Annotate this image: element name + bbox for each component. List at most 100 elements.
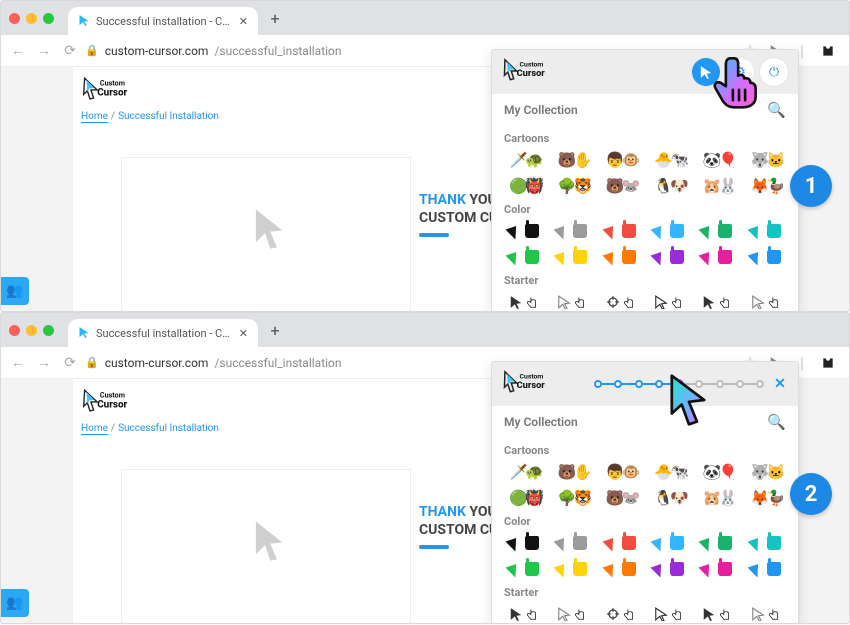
- cursor-pack-item[interactable]: 🐹🐰: [697, 175, 737, 197]
- forward-button[interactable]: →: [33, 42, 55, 59]
- slider-step[interactable]: [716, 380, 724, 388]
- popup-logo[interactable]: CustomCursor: [502, 369, 580, 399]
- reload-button[interactable]: ⟳: [59, 43, 81, 59]
- brand-logo[interactable]: CustomCursor Custom Cursor: [81, 73, 153, 109]
- batman-extension-icon[interactable]: [819, 354, 837, 372]
- cursor-color-item[interactable]: [697, 246, 737, 268]
- maximize-window-icon[interactable]: [43, 325, 54, 336]
- cursor-color-item[interactable]: [697, 532, 737, 554]
- cursor-pack-item[interactable]: 🐺🐱: [746, 149, 786, 171]
- tab-strip: Successful installation - Custom ✕ +: [1, 313, 849, 347]
- slider-step[interactable]: [736, 380, 744, 388]
- reload-button[interactable]: ⟳: [59, 355, 81, 371]
- cursor-pack-item[interactable]: 🦊🦆: [746, 487, 786, 509]
- cursor-color-item[interactable]: [649, 246, 689, 268]
- slider-step[interactable]: [655, 380, 663, 388]
- cursor-color-item[interactable]: [504, 532, 544, 554]
- close-window-icon[interactable]: [9, 325, 20, 336]
- cursor-pack-item[interactable]: 🗡️🐢: [504, 149, 544, 171]
- cursor-color-item[interactable]: [504, 558, 544, 580]
- brand-logo[interactable]: CustomCursor: [81, 385, 153, 421]
- cursor-pack-item[interactable]: 🐻🐭: [601, 175, 641, 197]
- cursor-color-item[interactable]: [504, 220, 544, 242]
- breadcrumb-home[interactable]: Home: [81, 111, 108, 123]
- batman-extension-icon[interactable]: [819, 42, 837, 60]
- slider-step[interactable]: [614, 380, 622, 388]
- breadcrumb-home[interactable]: Home: [81, 423, 108, 435]
- cursor-pack-item[interactable]: 👦🐵: [601, 149, 641, 171]
- slider-step[interactable]: [756, 380, 764, 388]
- cursor-color-item[interactable]: [601, 532, 641, 554]
- cursor-color-item[interactable]: [601, 220, 641, 242]
- people-badge-icon[interactable]: 👥: [1, 589, 29, 617]
- cursor-color-item[interactable]: [552, 246, 592, 268]
- minimize-window-icon[interactable]: [26, 13, 37, 24]
- cursor-pack-item[interactable]: 🌳🐯: [552, 487, 592, 509]
- search-icon[interactable]: 🔍: [767, 101, 786, 119]
- cursor-pack-item[interactable]: 🐼🎈: [697, 149, 737, 171]
- slider-step[interactable]: [635, 380, 643, 388]
- popup-logo[interactable]: CustomCursor: [502, 57, 580, 87]
- cursor-color-item[interactable]: [552, 220, 592, 242]
- close-tab-icon[interactable]: ✕: [239, 328, 248, 339]
- cursor-pack-item[interactable]: 🐻🐭: [601, 487, 641, 509]
- cursor-color-item[interactable]: [601, 246, 641, 268]
- new-tab-button[interactable]: +: [264, 7, 286, 29]
- cursor-pack-item[interactable]: 👦🐵: [601, 461, 641, 483]
- search-icon[interactable]: 🔍: [767, 413, 786, 431]
- minimize-window-icon[interactable]: [26, 325, 37, 336]
- cursor-starter-item[interactable]: [697, 291, 737, 312]
- cursor-starter-item[interactable]: [649, 291, 689, 312]
- cursor-starter-item[interactable]: [746, 603, 786, 624]
- lock-icon: 🔒: [85, 356, 99, 369]
- cursor-pack-item[interactable]: 🐧🐶: [649, 175, 689, 197]
- cursor-starter-item[interactable]: [504, 603, 544, 624]
- cursor-starter-item[interactable]: [552, 603, 592, 624]
- cursor-pack-item[interactable]: 🐣🐄: [649, 461, 689, 483]
- cursor-color-item[interactable]: [552, 532, 592, 554]
- cursor-pack-item[interactable]: 🗡️🐢: [504, 461, 544, 483]
- cursor-pack-item[interactable]: 🦊🦆: [746, 175, 786, 197]
- cursor-color-item[interactable]: [746, 220, 786, 242]
- cursor-color-item[interactable]: [601, 558, 641, 580]
- cursor-color-item[interactable]: [649, 532, 689, 554]
- back-button[interactable]: ←: [7, 42, 29, 59]
- cursor-color-item[interactable]: [552, 558, 592, 580]
- maximize-window-icon[interactable]: [43, 13, 54, 24]
- cursor-color-item[interactable]: [697, 558, 737, 580]
- cursor-starter-item[interactable]: [552, 291, 592, 312]
- cursor-color-item[interactable]: [697, 220, 737, 242]
- cursor-pack-item[interactable]: 🐻✋: [552, 461, 592, 483]
- cursor-pack-item[interactable]: 🐹🐰: [697, 487, 737, 509]
- browser-tab[interactable]: Successful installation - Custom ✕: [68, 319, 258, 347]
- cursor-pack-item[interactable]: 🟢👹: [504, 175, 544, 197]
- forward-button[interactable]: →: [33, 354, 55, 371]
- cursor-color-item[interactable]: [746, 532, 786, 554]
- close-window-icon[interactable]: [9, 13, 20, 24]
- people-badge-icon[interactable]: 👥: [1, 277, 29, 305]
- cursor-starter-item[interactable]: [504, 291, 544, 312]
- cursor-starter-item[interactable]: [649, 603, 689, 624]
- cursor-color-item[interactable]: [746, 246, 786, 268]
- cursor-pack-item[interactable]: 🐼🎈: [697, 461, 737, 483]
- cursor-color-item[interactable]: [649, 558, 689, 580]
- close-slider-button[interactable]: ✕: [772, 376, 788, 392]
- cursor-pack-item[interactable]: 🐻✋: [552, 149, 592, 171]
- close-tab-icon[interactable]: ✕: [239, 16, 248, 27]
- cursor-starter-item[interactable]: [601, 291, 641, 312]
- cursor-color-item[interactable]: [504, 246, 544, 268]
- cursor-pack-item[interactable]: 🟢👹: [504, 487, 544, 509]
- back-button[interactable]: ←: [7, 354, 29, 371]
- cursor-starter-item[interactable]: [697, 603, 737, 624]
- cursor-pack-item[interactable]: 🐣🐄: [649, 149, 689, 171]
- cursor-pack-item[interactable]: 🐧🐶: [649, 487, 689, 509]
- browser-tab[interactable]: Successful installation - Custom ✕: [68, 7, 258, 35]
- slider-step[interactable]: [594, 380, 602, 388]
- cursor-color-item[interactable]: [746, 558, 786, 580]
- cursor-starter-item[interactable]: [746, 291, 786, 312]
- cursor-color-item[interactable]: [649, 220, 689, 242]
- cursor-starter-item[interactable]: [601, 603, 641, 624]
- cursor-pack-item[interactable]: 🐺🐱: [746, 461, 786, 483]
- cursor-pack-item[interactable]: 🌳🐯: [552, 175, 592, 197]
- new-tab-button[interactable]: +: [264, 319, 286, 341]
